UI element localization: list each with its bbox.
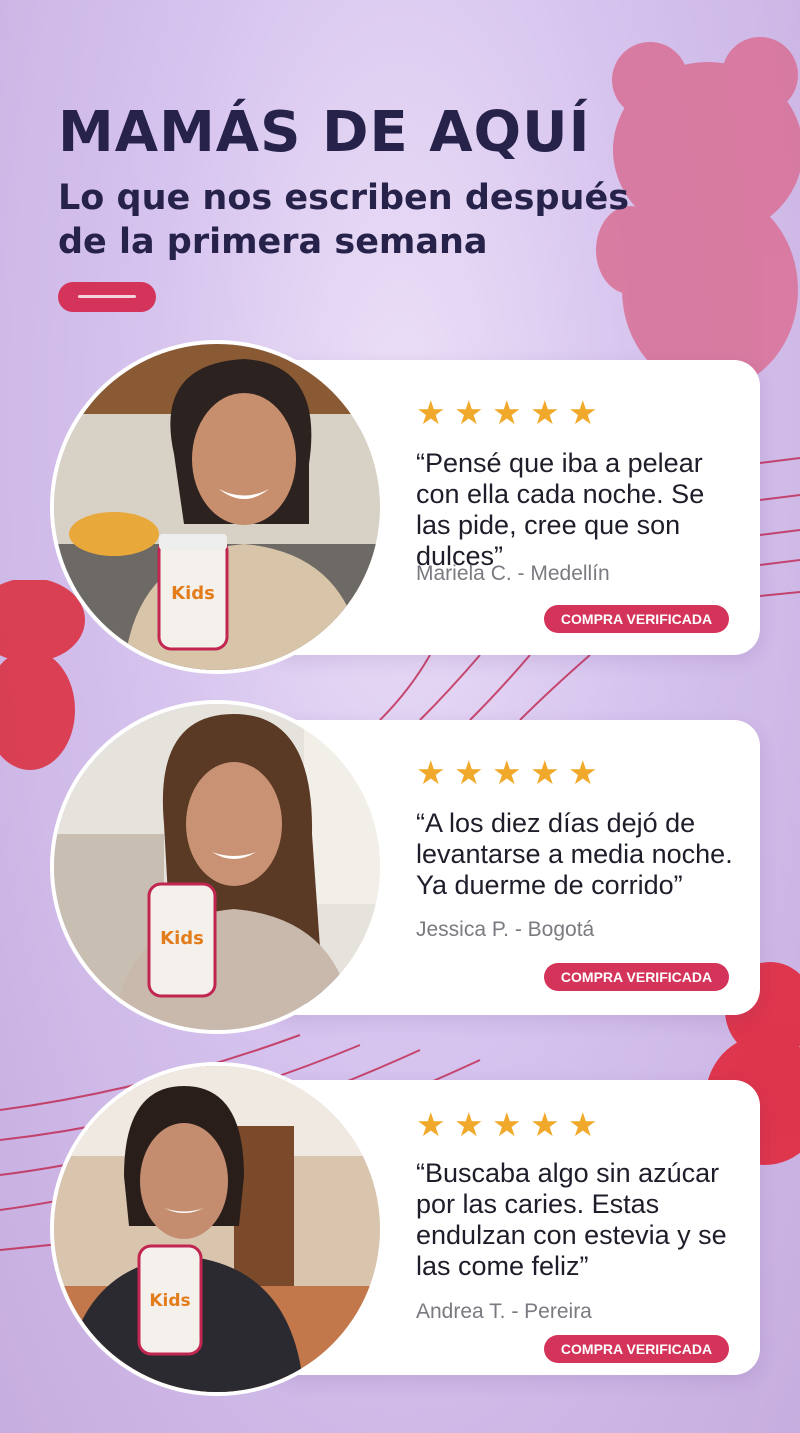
testimonial-quote: “A los diez días dejó de levantarse a me…: [416, 808, 733, 900]
star-icon: ★: [568, 753, 598, 792]
star-icon: ★: [454, 1105, 484, 1144]
product-label: Kids: [171, 583, 215, 604]
star-icon: ★: [568, 393, 598, 432]
star-rating: ★ ★ ★ ★ ★: [416, 393, 598, 432]
testimonial-author: Mariela C. - Medellín: [416, 562, 610, 585]
star-icon: ★: [530, 393, 560, 432]
page-subtitle: Lo que nos escriben después de la primer…: [58, 178, 630, 262]
testimonial-quote: “Buscaba algo sin azúcar por las caries.…: [416, 1158, 727, 1281]
verified-badge: COMPRA VERIFICADA: [544, 605, 729, 633]
star-icon: ★: [492, 393, 522, 432]
star-icon: ★: [530, 753, 560, 792]
verified-badge: COMPRA VERIFICADA: [544, 963, 729, 991]
testimonial-author: Andrea T. - Pereira: [416, 1300, 592, 1323]
star-icon: ★: [492, 1105, 522, 1144]
accent-divider: [58, 282, 156, 312]
star-icon: ★: [568, 1105, 598, 1144]
star-icon: ★: [492, 753, 522, 792]
star-icon: ★: [454, 753, 484, 792]
star-rating: ★ ★ ★ ★ ★: [416, 1105, 598, 1144]
testimonial-quote: “Pensé que iba a pelear con ella cada no…: [416, 448, 705, 571]
customer-photo: Kids: [50, 700, 384, 1034]
star-icon: ★: [454, 393, 484, 432]
customer-photo: Kids: [50, 340, 384, 674]
testimonial-author: Jessica P. - Bogotá: [416, 918, 595, 941]
product-label: Kids: [160, 928, 204, 949]
star-icon: ★: [416, 1105, 446, 1144]
star-icon: ★: [530, 1105, 560, 1144]
star-icon: ★: [416, 753, 446, 792]
verified-badge: COMPRA VERIFICADA: [544, 1335, 729, 1363]
product-label: Kids: [149, 1291, 190, 1311]
star-icon: ★: [416, 393, 446, 432]
customer-photo: Kids: [50, 1062, 384, 1396]
page-title: MAMÁS DE AQUÍ: [58, 100, 591, 165]
star-rating: ★ ★ ★ ★ ★: [416, 753, 598, 792]
